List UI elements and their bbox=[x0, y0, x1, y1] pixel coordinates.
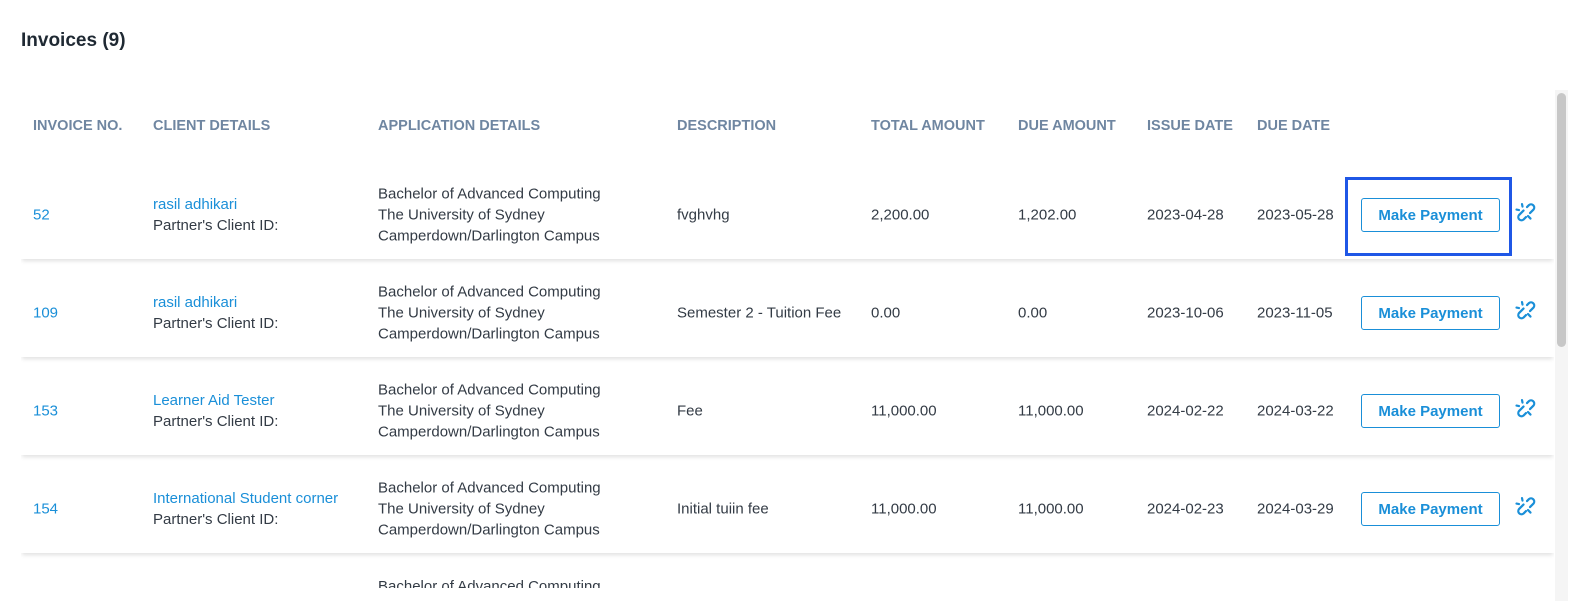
application-details: Bachelor of Advanced Computing The Unive… bbox=[378, 282, 601, 345]
issue-date: 2024-02-22 bbox=[1147, 402, 1224, 420]
invoices-table: INVOICE NO. CLIENT DETAILS APPLICATION D… bbox=[21, 100, 1554, 588]
campus-name: Camperdown/Darlington Campus bbox=[378, 227, 600, 245]
column-header-due-date[interactable]: DUE DATE bbox=[1257, 118, 1330, 134]
column-header-total-amount[interactable]: TOTAL AMOUNT bbox=[871, 118, 985, 134]
invoice-number-link[interactable]: 153 bbox=[33, 401, 58, 422]
total-amount: 11,000.00 bbox=[871, 402, 937, 420]
table-row: 153 Learner Aid Tester Partner's Client … bbox=[21, 367, 1554, 455]
table-row: 154 International Student corner Partner… bbox=[21, 465, 1554, 553]
column-header-client-details[interactable]: CLIENT DETAILS bbox=[153, 118, 270, 134]
description: fvghvhg bbox=[677, 206, 730, 224]
client-details: rasil adhikari Partner's Client ID: bbox=[153, 194, 278, 236]
course-name: Bachelor of Advanced Computing bbox=[378, 381, 601, 399]
due-date: 2023-11-05 bbox=[1257, 304, 1333, 322]
total-amount: 11,000.00 bbox=[871, 500, 937, 518]
client-id-label: Partner's Client ID: bbox=[153, 217, 279, 234]
course-name: Bachelor of Advanced Computing bbox=[378, 283, 601, 301]
issue-date: 2023-04-28 bbox=[1147, 206, 1224, 224]
invoice-number-link[interactable]: 109 bbox=[33, 303, 58, 324]
campus-name: Camperdown/Darlington Campus bbox=[378, 325, 600, 343]
client-id-label: Partner's Client ID: bbox=[153, 413, 279, 430]
due-amount: 11,000.00 bbox=[1018, 500, 1084, 518]
university-name: The University of Sydney bbox=[378, 206, 545, 224]
table-row: 109 rasil adhikari Partner's Client ID: … bbox=[21, 269, 1554, 357]
broken-link-icon[interactable] bbox=[1513, 201, 1537, 225]
description: Fee bbox=[677, 402, 703, 420]
client-details: International Student corner Partner's C… bbox=[153, 488, 338, 530]
application-details: Bachelor of Advanced Computing The Unive… bbox=[378, 380, 601, 443]
table-header: INVOICE NO. CLIENT DETAILS APPLICATION D… bbox=[21, 100, 1554, 152]
invoice-number-link[interactable]: 52 bbox=[33, 205, 50, 226]
broken-link-icon[interactable] bbox=[1513, 397, 1537, 421]
broken-link-icon[interactable] bbox=[1513, 495, 1537, 519]
campus-name: Camperdown/Darlington Campus bbox=[378, 521, 600, 539]
due-date: 2024-03-22 bbox=[1257, 402, 1334, 420]
university-name: The University of Sydney bbox=[378, 402, 545, 420]
issue-date: 2023-10-06 bbox=[1147, 304, 1224, 322]
due-amount: 1,202.00 bbox=[1018, 206, 1077, 224]
client-id-label: Partner's Client ID: bbox=[153, 511, 279, 528]
column-header-issue-date[interactable]: ISSUE DATE bbox=[1147, 118, 1233, 134]
application-details: Bachelor of Advanced Computing The Unive… bbox=[378, 184, 601, 247]
make-payment-button[interactable]: Make Payment bbox=[1361, 198, 1500, 232]
client-name-link[interactable]: rasil adhikari bbox=[153, 194, 278, 215]
client-details: Learner Aid Tester Partner's Client ID: bbox=[153, 390, 278, 432]
client-details: rasil adhikari Partner's Client ID: bbox=[153, 292, 278, 334]
column-header-application-details[interactable]: APPLICATION DETAILS bbox=[378, 118, 540, 134]
description: Initial tuiin fee bbox=[677, 500, 769, 518]
campus-name: Camperdown/Darlington Campus bbox=[378, 423, 600, 441]
column-header-invoice-no[interactable]: INVOICE NO. bbox=[33, 118, 122, 134]
course-name: Bachelor of Advanced Computing bbox=[378, 185, 601, 203]
invoice-number-link[interactable]: 154 bbox=[33, 499, 58, 520]
total-amount: 2,200.00 bbox=[871, 206, 930, 224]
application-details: Bachelor of Advanced Computing The Unive… bbox=[378, 478, 601, 541]
university-name: The University of Sydney bbox=[378, 304, 545, 322]
partial-row-course: Bachelor of Advanced Computing bbox=[378, 578, 601, 588]
page-title: Invoices (9) bbox=[21, 30, 126, 51]
client-name-link[interactable]: Learner Aid Tester bbox=[153, 390, 278, 411]
make-payment-button[interactable]: Make Payment bbox=[1361, 296, 1500, 330]
university-name: The University of Sydney bbox=[378, 500, 545, 518]
description: Semester 2 - Tuition Fee bbox=[677, 304, 842, 322]
column-header-due-amount[interactable]: DUE AMOUNT bbox=[1018, 118, 1116, 134]
scrollbar-thumb[interactable] bbox=[1557, 93, 1566, 347]
course-name: Bachelor of Advanced Computing bbox=[378, 479, 601, 497]
due-date: 2024-03-29 bbox=[1257, 500, 1334, 518]
issue-date: 2024-02-23 bbox=[1147, 500, 1224, 518]
client-name-link[interactable]: International Student corner bbox=[153, 488, 338, 509]
broken-link-icon[interactable] bbox=[1513, 299, 1537, 323]
total-amount: 0.00 bbox=[871, 304, 901, 322]
client-name-link[interactable]: rasil adhikari bbox=[153, 292, 278, 313]
table-row: 52 rasil adhikari Partner's Client ID: B… bbox=[21, 171, 1554, 259]
due-amount: 11,000.00 bbox=[1018, 402, 1084, 420]
due-amount: 0.00 bbox=[1018, 304, 1048, 322]
client-id-label: Partner's Client ID: bbox=[153, 315, 279, 332]
column-header-description[interactable]: DESCRIPTION bbox=[677, 118, 776, 134]
due-date: 2023-05-28 bbox=[1257, 206, 1334, 224]
make-payment-button[interactable]: Make Payment bbox=[1361, 492, 1500, 526]
make-payment-button[interactable]: Make Payment bbox=[1361, 394, 1500, 428]
invoices-page: Invoices (9) INVOICE NO. CLIENT DETAILS … bbox=[0, 0, 1585, 601]
